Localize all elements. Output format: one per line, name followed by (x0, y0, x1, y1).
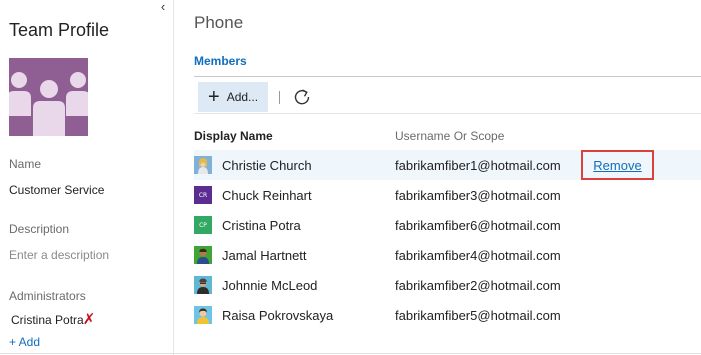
name-field[interactable]: Customer Service (9, 183, 104, 197)
add-member-label: Add... (226, 90, 259, 104)
avatar (194, 156, 212, 174)
members-list: Christie Church fabrikamfiber1@hotmail.c… (194, 150, 701, 330)
plus-icon: + (208, 86, 220, 108)
refresh-icon (294, 89, 310, 105)
avatar (194, 246, 212, 264)
remove-member-highlight: Remove (581, 150, 654, 180)
member-row[interactable]: CP Cristina Potra fabrikamfiber6@hotmail… (194, 210, 701, 240)
member-username: fabrikamfiber4@hotmail.com (395, 247, 561, 263)
member-row[interactable]: Raisa Pokrovskaya fabrikamfiber5@hotmail… (194, 300, 701, 330)
avatar (194, 306, 212, 324)
administrator-name: Cristina Potra (11, 313, 84, 327)
add-member-button[interactable]: + Add... (198, 82, 268, 112)
administrators-label: Administrators (9, 289, 86, 303)
members-section-title: Members (194, 54, 247, 68)
members-toolbar: + Add... (194, 80, 701, 114)
member-row[interactable]: Johnnie McLeod fabrikamfiber2@hotmail.co… (194, 270, 701, 300)
add-administrator-link[interactable]: + Add (9, 335, 40, 349)
member-username: fabrikamfiber6@hotmail.com (395, 217, 561, 233)
member-row[interactable]: CR Chuck Reinhart fabrikamfiber3@hotmail… (194, 180, 701, 210)
member-username: fabrikamfiber3@hotmail.com (395, 187, 561, 203)
members-main: Phone Members + Add... Display Name User… (175, 0, 701, 355)
administrator-item: Cristina Potra ✗ (11, 312, 96, 327)
member-name: Cristina Potra (222, 217, 301, 233)
avatar: CR (194, 186, 212, 204)
page-title: Phone (194, 13, 244, 32)
member-username: fabrikamfiber5@hotmail.com (395, 307, 561, 323)
toolbar-separator (279, 91, 280, 104)
team-profile-panel: ‹ Team Profile Name Customer Service Des… (0, 0, 174, 355)
member-name: Chuck Reinhart (222, 187, 312, 203)
team-avatar (9, 58, 88, 136)
team-profile-title: Team Profile (9, 20, 110, 40)
member-name: Johnnie McLeod (222, 277, 318, 293)
display-name-column-header[interactable]: Display Name (194, 129, 273, 143)
description-field[interactable]: Enter a description (9, 248, 109, 262)
member-row[interactable]: Jamal Hartnett fabrikamfiber4@hotmail.co… (194, 240, 701, 270)
username-column-header[interactable]: Username Or Scope (395, 129, 504, 143)
description-label: Description (9, 222, 70, 236)
remove-member-button[interactable]: Remove (593, 158, 641, 173)
collapse-chevron-icon[interactable]: ‹ (157, 0, 169, 14)
avatar: CP (194, 216, 212, 234)
section-divider (194, 76, 701, 77)
refresh-button[interactable] (291, 86, 313, 108)
member-name: Christie Church (222, 157, 312, 173)
member-name: Raisa Pokrovskaya (222, 307, 334, 323)
member-username: fabrikamfiber1@hotmail.com (395, 157, 561, 173)
avatar-initials: CP (194, 216, 212, 234)
member-name: Jamal Hartnett (222, 247, 307, 263)
member-username: fabrikamfiber2@hotmail.com (395, 277, 561, 293)
avatar (194, 276, 212, 294)
name-label: Name (9, 157, 42, 171)
team-icon (9, 58, 88, 136)
remove-admin-icon[interactable]: ✗ (83, 312, 96, 327)
avatar-initials: CR (194, 186, 212, 204)
member-row[interactable]: Christie Church fabrikamfiber1@hotmail.c… (194, 150, 701, 180)
bottom-divider (0, 353, 701, 354)
